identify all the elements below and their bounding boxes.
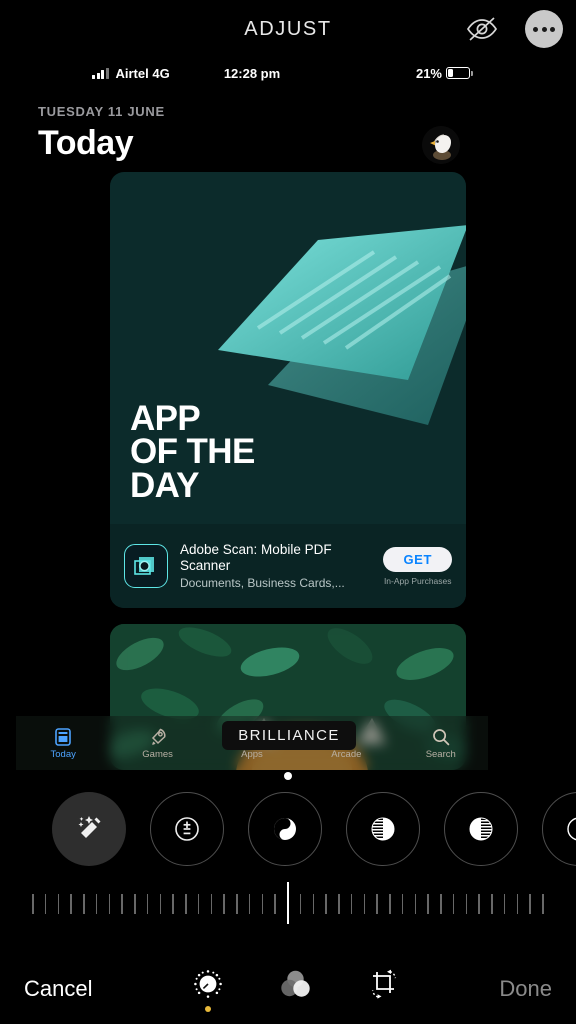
headline-line-1: APP — [130, 399, 201, 438]
tab-label: Today — [50, 748, 76, 760]
magic-wand-icon — [78, 816, 101, 838]
tool-crop[interactable] — [366, 967, 402, 1011]
adjust-shadows[interactable] — [444, 792, 518, 866]
tab-search[interactable]: Search — [404, 727, 478, 760]
get-area: GET In-App Purchases — [383, 546, 452, 586]
eye-slash-icon[interactable] — [460, 7, 504, 51]
edited-photo-canvas[interactable]: Airtel 4G 12:28 pm 21% TUESDAY 11 JUNE T… — [16, 58, 488, 770]
highlights-icon — [371, 817, 395, 841]
shadows-icon — [469, 817, 493, 841]
plus-minus-circle-icon — [175, 817, 199, 841]
slider-handle[interactable] — [287, 882, 290, 924]
adobe-scan-icon — [124, 544, 168, 588]
page-title: ADJUST — [244, 17, 332, 40]
get-button[interactable]: GET — [383, 546, 452, 572]
done-button[interactable]: Done — [499, 976, 552, 1002]
page-indicator-dot — [284, 772, 292, 780]
active-indicator-dot — [293, 1003, 299, 1009]
tab-today[interactable]: Today — [26, 727, 100, 760]
tab-games[interactable]: Games — [121, 727, 195, 760]
statusbar-right: 21% — [415, 65, 473, 81]
today-title-label: Today — [38, 124, 134, 162]
filter-name-label: BRILLIANCE — [238, 727, 340, 744]
battery-percent-label: 21% — [415, 65, 442, 81]
tab-label: Apps — [241, 748, 263, 760]
tool-filters[interactable] — [278, 969, 314, 1009]
adjustment-tool-row[interactable] — [0, 790, 576, 868]
today-header: TUESDAY 11 JUNE Today — [38, 104, 466, 164]
app-name-label: Adobe Scan: Mobile PDF Scanner — [180, 542, 332, 573]
photo-editor-screen: ADJUST Airtel 4G 12:28 pm 21% TUESDAY 11… — [0, 0, 576, 1024]
photo-statusbar: Airtel 4G 12:28 pm 21% — [16, 62, 488, 84]
adjust-exposure[interactable] — [150, 792, 224, 866]
adjust-brilliance[interactable] — [248, 792, 322, 866]
active-indicator-dot — [204, 1006, 211, 1012]
magnifier-icon — [432, 728, 450, 745]
app-subtitle-label: Documents, Business Cards,... — [180, 575, 345, 590]
headline-line-3: DAY — [130, 465, 199, 505]
iap-note-label: In-App Purchases — [383, 575, 452, 586]
tab-label: Search — [425, 748, 456, 760]
three-circles-icon — [281, 970, 310, 997]
app-of-the-day-card[interactable]: APP OF THE DAY Adobe Scan: Mobile PDF Sc… — [110, 172, 466, 608]
cancel-button[interactable]: Cancel — [24, 976, 92, 1002]
eagle-avatar[interactable] — [422, 126, 460, 164]
tab-label: Games — [142, 748, 173, 760]
tool-adjust[interactable] — [190, 966, 226, 1012]
today-date-label: TUESDAY 11 JUNE — [38, 104, 165, 119]
app-row: Adobe Scan: Mobile PDF Scanner Documents… — [110, 524, 466, 608]
rocket-icon — [151, 728, 166, 745]
ellipsis-icon — [525, 10, 563, 48]
bottom-toolbar: Cancel Done — [0, 954, 576, 1024]
battery-low-icon — [446, 67, 473, 79]
editor-mode-tools — [190, 966, 402, 1012]
adjust-highlights[interactable] — [346, 792, 420, 866]
contrast-icon — [567, 817, 576, 841]
today-card-icon — [55, 727, 71, 746]
card-headline: APP OF THE DAY — [130, 399, 255, 505]
more-options-button[interactable] — [522, 7, 566, 51]
adjust-contrast[interactable] — [542, 792, 576, 866]
active-indicator-dot — [381, 1005, 387, 1011]
value-slider[interactable] — [0, 880, 576, 926]
top-toolbar-actions — [460, 0, 566, 58]
app-meta: Adobe Scan: Mobile PDF Scanner Documents… — [180, 542, 377, 590]
brilliance-icon — [274, 818, 296, 840]
top-toolbar: ADJUST — [0, 0, 576, 58]
headline-line-2: OF THE — [130, 432, 255, 472]
crop-rotate-icon — [371, 969, 397, 999]
adjust-auto-enhance[interactable] — [52, 792, 126, 866]
tab-label: Arcade — [331, 748, 362, 760]
filter-name-tooltip: BRILLIANCE — [222, 721, 356, 750]
dial-icon — [194, 970, 222, 998]
